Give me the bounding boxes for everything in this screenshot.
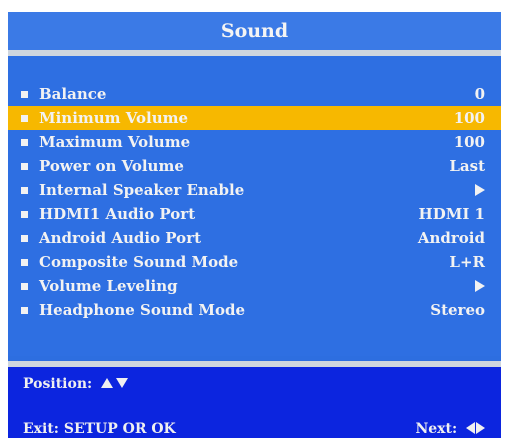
- arrow-right-icon: [475, 184, 485, 196]
- exit-label: Exit: SETUP OR OK: [23, 421, 176, 437]
- menu-item-power-on-volume[interactable]: Power on Volume Last: [8, 154, 501, 178]
- menu-item-volume-leveling[interactable]: Volume Leveling: [8, 274, 501, 298]
- square-bullet-icon: [21, 259, 28, 266]
- menu-item-label: Volume Leveling: [39, 277, 178, 295]
- menu-item-label: Internal Speaker Enable: [39, 181, 245, 199]
- menu-item-value: 100: [453, 133, 485, 151]
- square-bullet-icon: [21, 115, 28, 122]
- menu-item-value: Last: [449, 157, 485, 175]
- menu-item-value: L+R: [449, 253, 485, 271]
- menu-item-value: 100: [453, 109, 485, 127]
- menu-item-headphone-sound-mode[interactable]: Headphone Sound Mode Stereo: [8, 298, 501, 322]
- next-label: Next:: [415, 421, 458, 437]
- menu-item-label: HDMI1 Audio Port: [39, 205, 196, 223]
- square-bullet-icon: [21, 187, 28, 194]
- square-bullet-icon: [21, 307, 28, 314]
- menu-item-balance[interactable]: Balance 0: [8, 82, 501, 106]
- menu-panel: Balance 0 Minimum Volume 100 Maximum Volume 1…: [8, 56, 501, 356]
- menu-item-label: Composite Sound Mode: [39, 253, 239, 271]
- square-bullet-icon: [21, 91, 28, 98]
- menu-item-label: Maximum Volume: [39, 133, 191, 151]
- square-bullet-icon: [21, 211, 28, 218]
- menu-title-bar: Sound: [8, 12, 501, 50]
- menu-list: Balance 0 Minimum Volume 100 Maximum Volume 1…: [8, 82, 501, 322]
- menu-item-internal-speaker-enable[interactable]: Internal Speaker Enable: [8, 178, 501, 202]
- menu-item-composite-sound-mode[interactable]: Composite Sound Mode L+R: [8, 250, 501, 274]
- menu-item-maximum-volume[interactable]: Maximum Volume 100: [8, 130, 501, 154]
- menu-item-label: Power on Volume: [39, 157, 184, 175]
- square-bullet-icon: [21, 139, 28, 146]
- menu-item-value: [475, 274, 485, 298]
- menu-item-label: Headphone Sound Mode: [39, 301, 245, 319]
- menu-item-label: Android Audio Port: [39, 229, 202, 247]
- square-bullet-icon: [21, 235, 28, 242]
- sound-osd-menu: Sound Balance 0 Minimum Volume 100 Maximum V…: [8, 6, 501, 438]
- exit-hint: Exit: SETUP OR OK: [23, 421, 176, 437]
- menu-title: Sound: [220, 20, 289, 42]
- position-hint: Position:: [23, 376, 129, 392]
- menu-item-android-audio-port[interactable]: Android Audio Port Android: [8, 226, 501, 250]
- menu-item-value: Stereo: [430, 301, 485, 319]
- menu-item-value: [475, 178, 485, 202]
- arrow-right-icon: [475, 280, 485, 292]
- menu-item-label: Minimum Volume: [39, 109, 189, 127]
- square-bullet-icon: [21, 283, 28, 290]
- menu-item-value: Android: [417, 229, 485, 247]
- arrow-right-icon: [476, 422, 485, 434]
- menu-item-minimum-volume[interactable]: Minimum Volume 100: [8, 106, 501, 130]
- position-label: Position:: [23, 376, 93, 392]
- help-footer: Position: Exit: SETUP OR OK Next:: [8, 367, 501, 438]
- menu-item-label: Balance: [39, 85, 107, 103]
- next-hint: Next:: [415, 421, 485, 437]
- menu-item-hdmi1-audio-port[interactable]: HDMI1 Audio Port HDMI 1: [8, 202, 501, 226]
- menu-item-value: 0: [474, 85, 485, 103]
- menu-item-value: HDMI 1: [418, 205, 485, 223]
- arrow-down-icon: [116, 378, 129, 388]
- square-bullet-icon: [21, 163, 28, 170]
- arrow-left-icon: [466, 422, 475, 434]
- arrow-up-icon: [101, 378, 114, 388]
